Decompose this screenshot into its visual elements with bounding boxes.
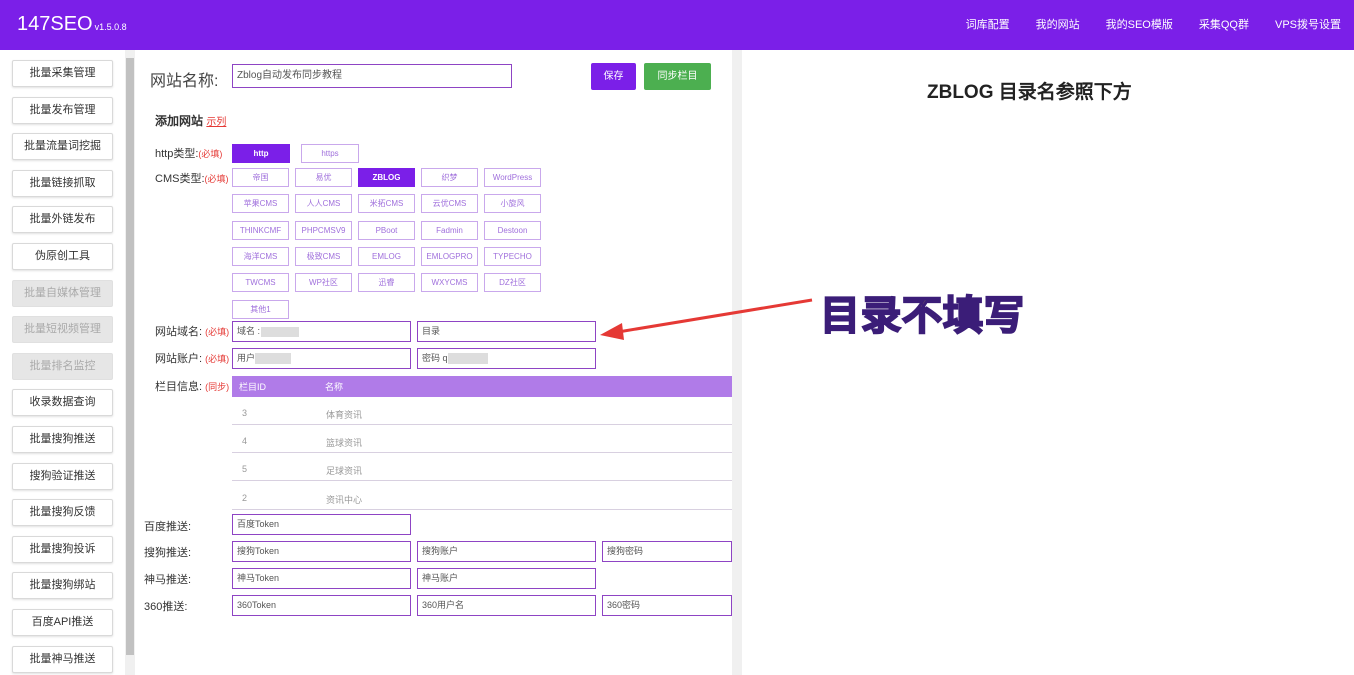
annotation-callout: 目录不填写: [819, 293, 1025, 339]
annotation-arrow: [600, 298, 813, 340]
arrow-shaft: [617, 298, 813, 334]
arrow-head: [600, 323, 624, 340]
